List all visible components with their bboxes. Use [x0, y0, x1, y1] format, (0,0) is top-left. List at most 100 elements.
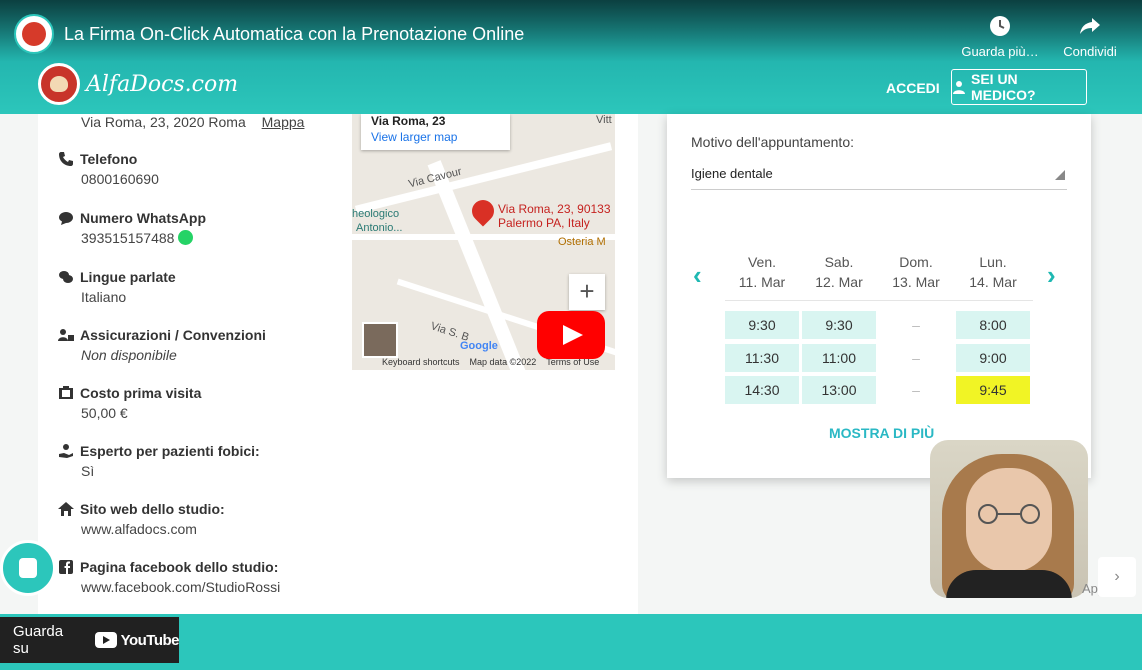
day-name: Lun. — [979, 254, 1007, 270]
video-title[interactable]: La Firma On-Click Automatica con la Pren… — [64, 24, 524, 45]
insurance-icon — [58, 329, 74, 341]
info-item-facebook: Pagina facebook dello studio: www.facebo… — [58, 559, 280, 595]
glasses-icon — [978, 504, 1040, 524]
facebook-value[interactable]: www.facebook.com/StudioRossi — [81, 579, 280, 595]
info-item-whatsapp: Numero WhatsApp 393515157488 — [58, 210, 206, 246]
time-slot[interactable]: 11:30 — [725, 344, 799, 372]
map-info-card: Via Roma, 23 View larger map — [361, 114, 510, 150]
phobic-value: Sì — [81, 463, 95, 479]
insurance-value: Non disponibile — [81, 347, 177, 363]
alfadocs-logo[interactable]: AlfaDocs.com — [38, 62, 238, 106]
booking-card: Motivo dell'appuntamento: Igiene dentale… — [667, 114, 1091, 478]
phone-value[interactable]: 0800160690 — [81, 171, 159, 187]
time-slot[interactable]: 11:00 — [802, 344, 876, 372]
play-button[interactable] — [537, 311, 605, 359]
day-header: Dom. 13. Mar — [879, 252, 953, 292]
pin-city-line: Palermo PA, Italy — [498, 216, 590, 230]
day-header: Ven. 11. Mar — [725, 252, 799, 292]
day-date: 11. Mar — [738, 274, 786, 290]
show-more-button[interactable]: MOSTRA DI PIÙ — [829, 425, 934, 441]
pin-address-line: Via Roma, 23, 90133 — [498, 202, 611, 216]
doctor-button[interactable]: SEI UN MEDICO? — [951, 69, 1087, 105]
facebook-icon — [59, 560, 73, 574]
speech-icon — [59, 271, 73, 283]
reason-value: Igiene dentale — [691, 166, 773, 181]
info-label: Assicurazioni / Convenzioni — [80, 327, 266, 343]
youtube-play-icon — [94, 632, 117, 648]
share-button[interactable]: Condividi — [1045, 14, 1135, 59]
info-item-insurance: Assicurazioni / Convenzioni Non disponib… — [58, 327, 266, 363]
info-item-first-visit-cost: Costo prima visita 50,00 € — [58, 385, 201, 421]
info-label: Telefono — [80, 151, 138, 167]
map-pin-icon[interactable] — [467, 195, 499, 227]
map-link[interactable]: Mappa — [262, 114, 305, 130]
day-date: 13. Mar — [892, 274, 940, 290]
lion-avatar-icon — [22, 22, 46, 46]
time-slot[interactable]: 13:00 — [802, 376, 876, 404]
address: Via Roma, 23, 2020 Roma Mappa — [81, 114, 304, 130]
care-hand-icon — [59, 444, 73, 458]
time-slot[interactable]: 14:30 — [725, 376, 799, 404]
map-road — [427, 160, 531, 370]
no-slot: – — [912, 317, 920, 333]
time-slot[interactable]: 9:30 — [725, 311, 799, 339]
watch-on-youtube-button[interactable]: Guarda su YouTube — [0, 617, 180, 663]
day-header: Sab. 12. Mar — [802, 252, 876, 292]
whatsapp-number: 393515157488 — [81, 230, 175, 246]
info-label: Lingue parlate — [80, 269, 176, 285]
time-slot-highlighted[interactable]: 9:45 — [956, 376, 1030, 404]
channel-avatar[interactable] — [14, 14, 54, 54]
info-item-phobic-patients: Esperto per pazienti fobici: Sì — [58, 443, 260, 479]
info-item-phone: Telefono 0800160690 — [58, 151, 159, 187]
clock-icon — [990, 16, 1010, 36]
time-slot[interactable]: 8:00 — [956, 311, 1030, 339]
day-date: 14. Mar — [969, 274, 1017, 290]
time-slot[interactable]: 9:00 — [956, 344, 1030, 372]
chat-button[interactable] — [0, 540, 56, 596]
phone-icon — [59, 152, 73, 166]
info-label: Costo prima visita — [80, 385, 202, 401]
login-link[interactable]: ACCEDI — [886, 80, 940, 96]
previous-week-button[interactable]: ‹ — [693, 260, 702, 291]
watch-later-button[interactable]: Guarda più… — [955, 14, 1045, 59]
whatsapp-value[interactable]: 393515157488 — [81, 230, 206, 246]
share-icon — [1080, 18, 1100, 34]
day-name: Ven. — [747, 254, 777, 270]
satellite-toggle[interactable] — [362, 322, 398, 358]
day-header: Lun. 14. Mar — [956, 252, 1030, 292]
brand-name: AlfaDocs.com — [86, 71, 239, 97]
no-slot: – — [912, 382, 920, 398]
next-week-button[interactable]: › — [1047, 260, 1056, 291]
info-label: Pagina facebook dello studio: — [80, 559, 279, 575]
map-card-title: Via Roma, 23 — [371, 114, 446, 128]
chat-bubble-icon — [59, 212, 73, 225]
view-larger-map-link[interactable]: View larger map — [371, 130, 500, 144]
info-item-website: Sito web dello studio: www.alfadocs.com — [58, 501, 225, 537]
chevron-right-icon[interactable]: › — [1098, 557, 1136, 597]
map-street-label: Vitt — [596, 114, 612, 126]
map-place-label: Osteria M — [558, 236, 606, 248]
zoom-in-button[interactable]: + — [569, 274, 605, 310]
doctor-icon — [952, 81, 965, 94]
lion-logo-icon — [38, 63, 80, 105]
info-label: Numero WhatsApp — [80, 210, 206, 226]
languages-value: Italiano — [81, 289, 127, 305]
google-logo: Google — [460, 340, 498, 352]
map-pin-label: Via Roma, 23, 90133 Palermo PA, Italy — [498, 202, 611, 230]
day-date: 12. Mar — [815, 274, 863, 290]
info-label: Esperto per pazienti fobici: — [80, 443, 260, 459]
time-slot[interactable]: 9:30 — [802, 311, 876, 339]
reason-select[interactable]: Igiene dentale — [691, 162, 1067, 190]
website-value[interactable]: www.alfadocs.com — [81, 521, 225, 537]
share-label: Condividi — [1063, 44, 1117, 59]
video-player[interactable]: AlfaDocs.com ACCEDI SEI UN MEDICO? La Fi… — [0, 0, 1142, 670]
info-item-languages: Lingue parlate Italiano — [58, 269, 176, 305]
youtube-logo: YouTube — [94, 632, 180, 649]
presenter-shirt — [946, 570, 1072, 598]
keyboard-shortcuts-link[interactable]: Keyboard shortcuts — [382, 357, 460, 367]
watch-later-label: Guarda più… — [961, 44, 1039, 59]
home-icon — [58, 502, 74, 516]
doctor-button-label: SEI UN MEDICO? — [970, 71, 1036, 103]
info-label: Sito web dello studio: — [80, 501, 225, 517]
whatsapp-icon[interactable] — [178, 230, 194, 245]
